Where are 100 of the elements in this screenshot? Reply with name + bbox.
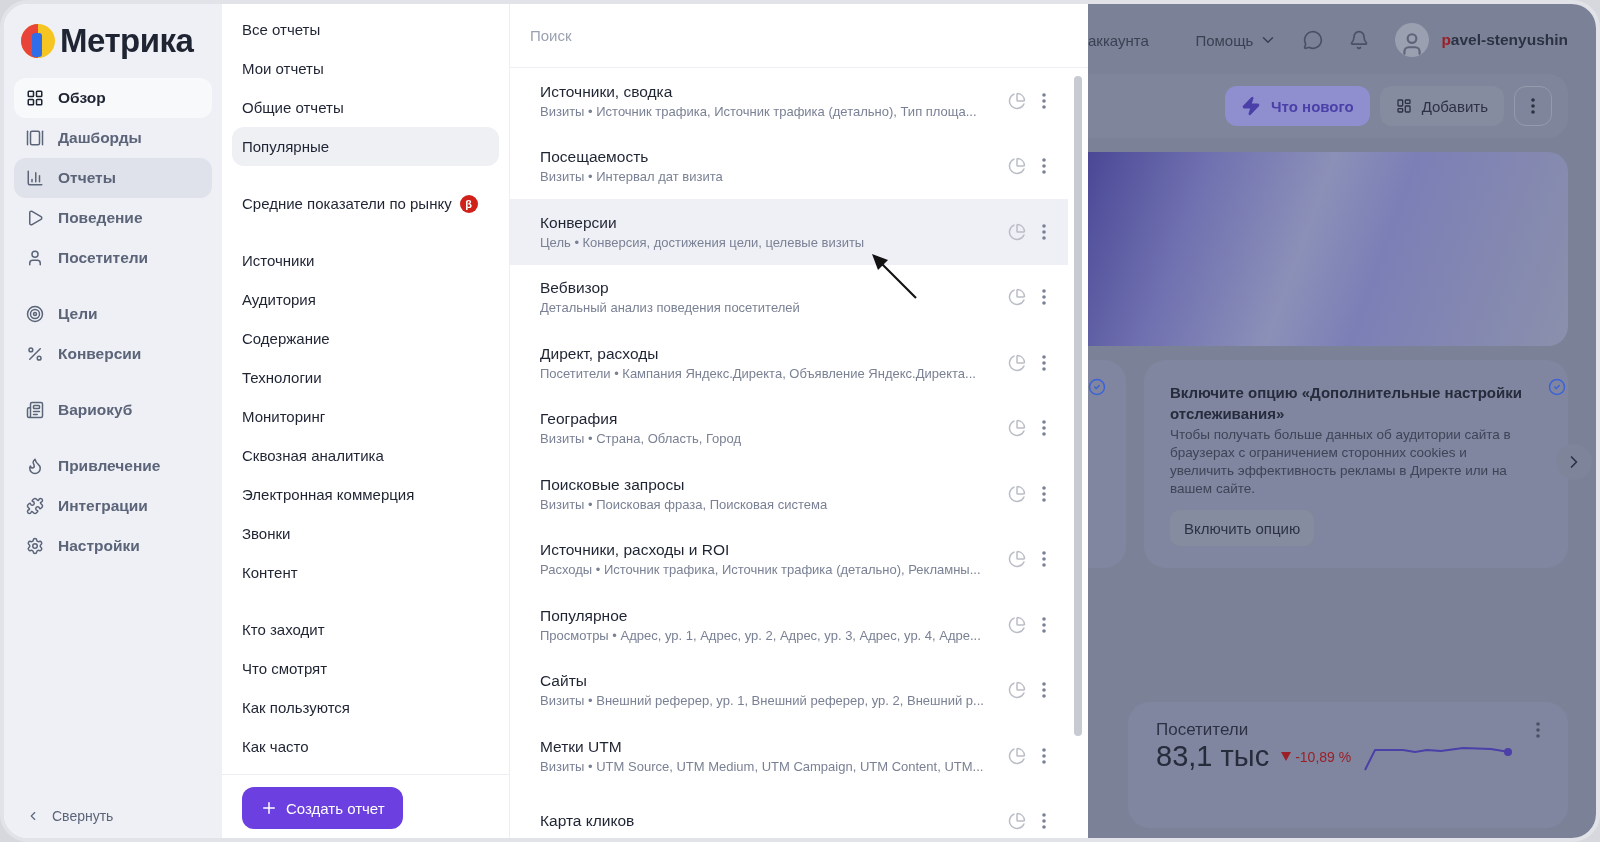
menu-item-label: Кто заходит (242, 621, 325, 638)
menu-item-label: Электронная коммерция (242, 486, 415, 503)
check-icon (1548, 378, 1566, 396)
chart-button[interactable] (1008, 288, 1026, 307)
report-description: Посетители • Кампания Яндекс.Директа, Объявление Яндекс.Директа... (540, 365, 977, 381)
menu-item-label: Сквозная аналитика (242, 447, 384, 464)
metric-title: Посетители (1156, 720, 1249, 740)
pie-chart-icon (1008, 550, 1026, 569)
nav-item[interactable]: Конверсии (14, 334, 212, 374)
more-button[interactable] (1042, 92, 1046, 109)
collapse-button[interactable]: Свернуть (14, 800, 212, 838)
menu-item[interactable]: Технологии (232, 358, 499, 397)
menu-item-label: Звонки (242, 525, 291, 542)
report-description: Визиты • Интервал дат визита (540, 169, 724, 185)
report-title: Вебвизор (540, 279, 610, 298)
create-report-button[interactable]: Создать отчет (242, 787, 403, 829)
logo-icon (20, 23, 56, 59)
more-button[interactable] (1042, 747, 1046, 764)
chart-button[interactable] (1008, 550, 1026, 569)
enable-option-button[interactable]: Включить опцию (1170, 510, 1315, 546)
plus-icon (260, 799, 278, 817)
more-button[interactable] (1514, 86, 1552, 126)
report-title: Сайты (540, 672, 588, 691)
menu-item[interactable]: Мониторинг (232, 397, 499, 436)
menu-item[interactable]: Средние показатели по рынку β (232, 184, 499, 223)
more-button[interactable] (1042, 485, 1046, 502)
chart-button[interactable] (1008, 484, 1026, 503)
more-button[interactable] (1042, 616, 1046, 633)
nav-item[interactable]: Дашборды (14, 118, 212, 158)
bell-icon[interactable] (1349, 30, 1370, 50)
menu-item[interactable]: Мои отчеты (232, 49, 499, 88)
chart-button[interactable] (1008, 91, 1026, 110)
chart-button[interactable] (1008, 222, 1026, 241)
more-button[interactable] (1042, 223, 1046, 240)
menu-item[interactable]: Контент (232, 553, 499, 592)
pie-chart-icon (1008, 681, 1026, 700)
person-icon (26, 249, 44, 267)
nav-item[interactable]: Интеграции (14, 486, 212, 526)
report-description: Визиты • Источник трафика, Источник трафика (детально), Тип площа... (540, 103, 978, 119)
nav-item[interactable]: Настройки (14, 526, 212, 566)
menu-item[interactable]: Что смотрят (232, 649, 499, 688)
nav-item[interactable]: Вариокуб (14, 390, 212, 430)
report-title: География (540, 410, 619, 429)
pie-chart-icon (1008, 222, 1026, 241)
grid-icon (26, 89, 44, 107)
menu-item[interactable]: Звонки (232, 514, 499, 553)
chart-button[interactable] (1008, 157, 1026, 176)
puzzle-icon (26, 497, 44, 515)
menu-item[interactable]: Электронная коммерция (232, 475, 499, 514)
menu-item[interactable]: Сквозная аналитика (232, 436, 499, 475)
chart-button[interactable] (1008, 681, 1026, 700)
chart-button[interactable] (1008, 353, 1026, 372)
nav-item[interactable]: Отчеты (14, 158, 212, 198)
menu-item-label: Технологии (242, 369, 322, 386)
menu-item-label: Контент (242, 564, 298, 581)
lightning-icon (1241, 96, 1262, 116)
report-row[interactable]: Конверсии Цель • Конверсия, достижения цели, целевые визиты (510, 199, 1068, 265)
menu-item[interactable]: Источники (232, 241, 499, 280)
chart-button[interactable] (1008, 615, 1026, 634)
report-description: Визиты • Страна, Область, Город (540, 431, 743, 447)
scrollbar[interactable] (1074, 76, 1082, 736)
menu-item[interactable]: Все отчеты (232, 10, 499, 49)
more-button[interactable] (1042, 289, 1046, 306)
menu-item[interactable]: Кто заходит (232, 610, 499, 649)
more-button[interactable] (1042, 551, 1046, 568)
more-button[interactable] (1042, 813, 1046, 830)
add-button[interactable]: Добавить (1379, 86, 1504, 126)
avatar[interactable] (1395, 23, 1430, 57)
more-button[interactable] (1042, 682, 1046, 699)
cards-icon (26, 129, 44, 147)
pie-chart-icon (1008, 157, 1026, 176)
more-button[interactable] (1042, 354, 1046, 371)
chart-button[interactable] (1008, 812, 1026, 831)
menu-item[interactable]: Как часто (232, 727, 499, 766)
logo-text: Метрика (60, 22, 194, 60)
nav-item[interactable]: Поведение (14, 198, 212, 238)
more-button[interactable] (1042, 420, 1046, 437)
menu-item[interactable]: Популярные (232, 127, 499, 166)
settings-icon (26, 537, 44, 555)
report-description: Детальный анализ поведения посетителей (540, 300, 801, 316)
menu-item[interactable]: Аудитория (232, 280, 499, 319)
report-title: Карта кликов (540, 812, 636, 831)
nav-item[interactable]: Обзор (14, 78, 212, 118)
chart-button[interactable] (1008, 746, 1026, 765)
menu-item[interactable]: Как пользуются (232, 688, 499, 727)
menu-item-label: Что смотрят (242, 660, 328, 677)
nav-item[interactable]: Посетители (14, 238, 212, 278)
chart-button[interactable] (1008, 419, 1026, 438)
nav-item[interactable]: Цели (14, 294, 212, 334)
menu-item[interactable]: Содержание (232, 319, 499, 358)
menu-item[interactable]: Общие отчеты (232, 88, 499, 127)
chat-icon[interactable] (1303, 30, 1324, 50)
bar-chart-icon (26, 169, 44, 187)
report-title: Популярное (540, 606, 629, 625)
nav-item[interactable]: Привлечение (14, 446, 212, 486)
pie-chart-icon (1008, 484, 1026, 503)
menu-item-label: Источники (242, 252, 315, 269)
pie-chart-icon (1008, 419, 1026, 438)
more-button[interactable] (1042, 158, 1046, 175)
pie-chart-icon (1008, 353, 1026, 372)
